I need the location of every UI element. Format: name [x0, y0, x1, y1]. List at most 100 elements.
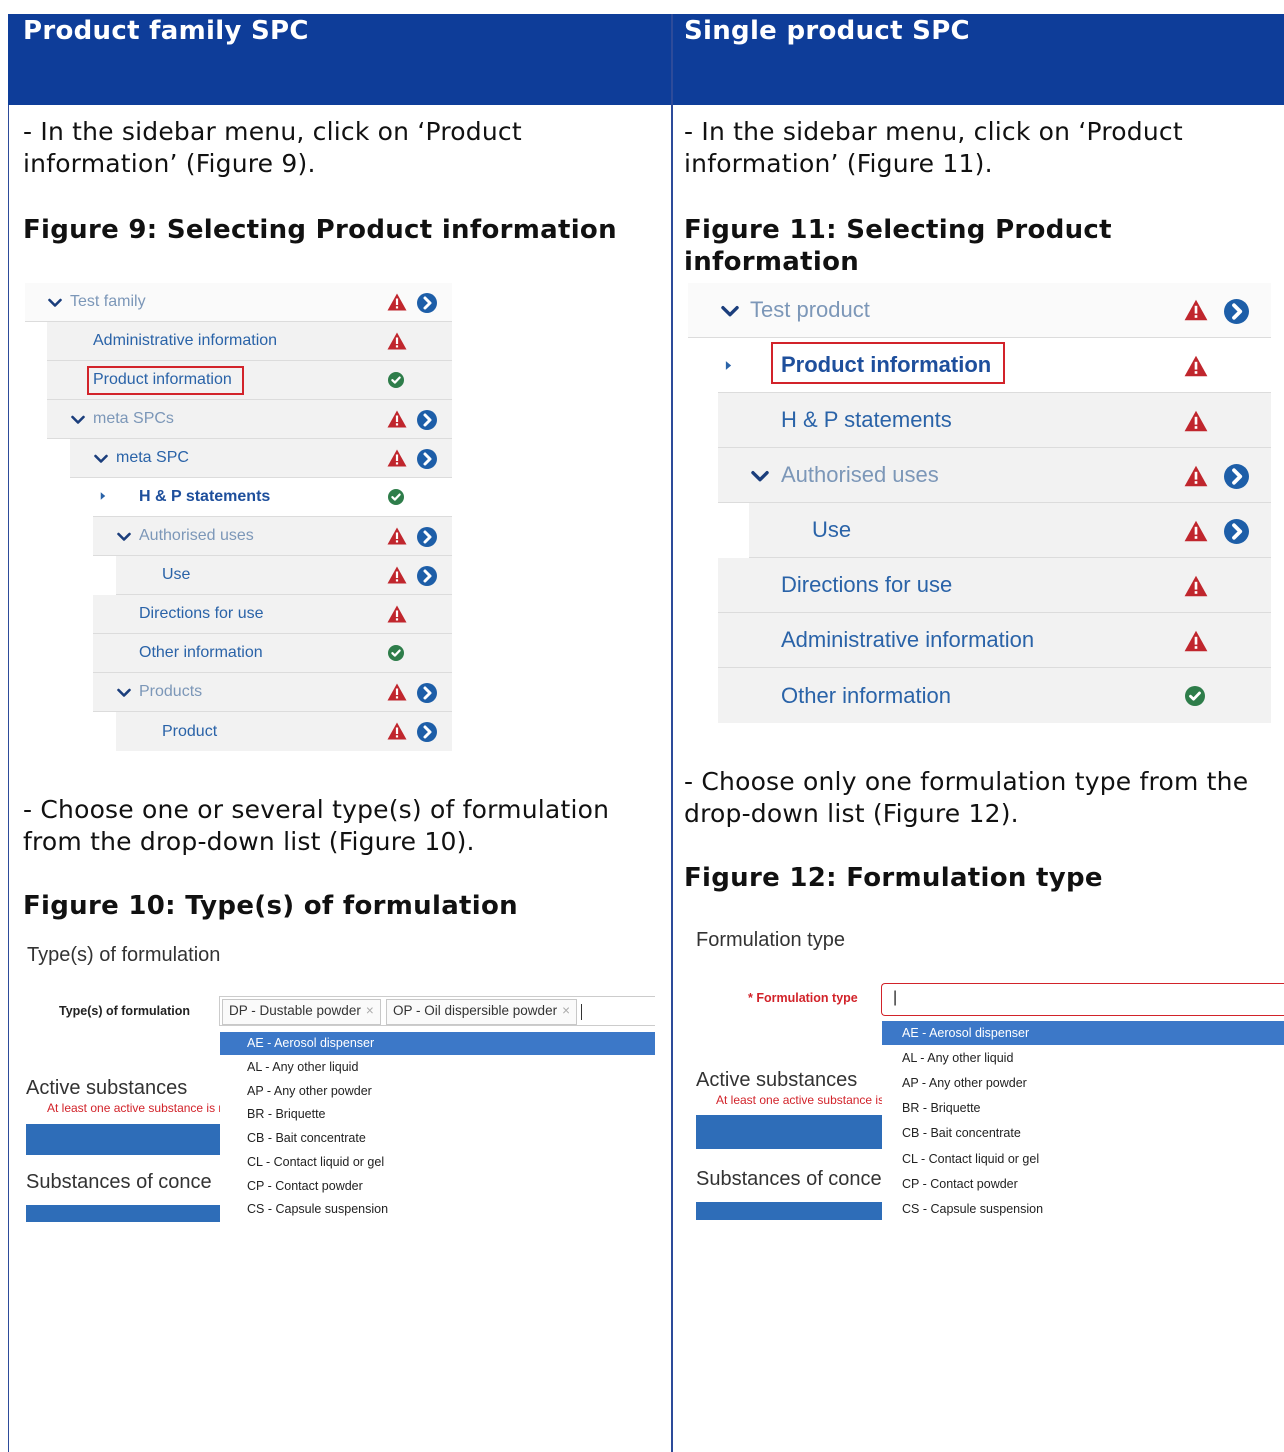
arrow-circle-icon[interactable]: [1224, 464, 1249, 489]
warning-triangle-icon: [387, 566, 407, 584]
tree-row-use[interactable]: Use: [749, 503, 1271, 558]
tree-row-authorised-uses[interactable]: Authorised uses: [93, 517, 452, 556]
warning-triangle-icon: [387, 605, 407, 623]
chevron-down-icon[interactable]: [117, 532, 131, 542]
warning-message: At least one active substance is re: [716, 1093, 899, 1107]
column-divider: [671, 14, 673, 1452]
right-intro-text: - In the sidebar menu, click on ‘Product…: [684, 117, 1183, 178]
tree-row-use[interactable]: Use: [116, 556, 452, 595]
dropdown-option[interactable]: CS - Capsule suspension: [247, 1202, 388, 1216]
tree-row-meta-spc[interactable]: meta SPC: [70, 439, 452, 478]
chevron-down-icon[interactable]: [721, 305, 739, 318]
form-field-label: Type(s) of formulation: [59, 1004, 191, 1018]
warning-message: At least one active substance is req: [47, 1101, 236, 1115]
right-choose-text: - Choose only one formulation type from …: [684, 767, 1249, 828]
input-value: |: [893, 989, 898, 1006]
remove-tag-icon[interactable]: ×: [562, 1003, 570, 1018]
selected-tag: DP - Dustable powder ×: [222, 999, 381, 1025]
warning-triangle-icon: [1184, 465, 1208, 487]
figure9-title: Figure 9: Selecting Product information: [23, 215, 617, 245]
dropdown-option[interactable]: CB - Bait concentrate: [902, 1126, 1021, 1140]
tag-label: DP - Dustable powder: [229, 1003, 361, 1018]
chevron-down-icon[interactable]: [71, 415, 85, 425]
add-substance-of-concern-button[interactable]: [696, 1202, 882, 1220]
tree-label: Use: [162, 566, 191, 583]
tree-row-test-family[interactable]: Test family: [25, 283, 452, 322]
warning-triangle-icon: [1184, 630, 1208, 652]
tree-label: Other information: [781, 682, 951, 708]
tree-row-other-information[interactable]: Other information: [718, 668, 1271, 723]
tree-label: Use: [812, 517, 852, 542]
active-substances-heading: Active substances: [26, 1077, 188, 1099]
chevron-down-icon[interactable]: [94, 454, 108, 464]
tree-row-other-information[interactable]: Other information: [93, 634, 452, 673]
arrow-circle-icon[interactable]: [417, 410, 437, 430]
dropdown-option[interactable]: AP - Any other powder: [902, 1076, 1027, 1090]
tree-row-hp-statements[interactable]: H & P statements: [93, 478, 452, 517]
tree-label: Administrative information: [781, 627, 1035, 652]
dropdown-option[interactable]: CB - Bait concentrate: [247, 1131, 366, 1145]
tree-row-authorised-uses[interactable]: Authorised uses: [718, 448, 1271, 503]
dropdown-option[interactable]: AE - Aerosol dispenser: [902, 1026, 1029, 1040]
tree-row-test-product[interactable]: Test product: [688, 283, 1271, 338]
active-substances-heading: Active substances: [696, 1069, 858, 1091]
add-substance-of-concern-button[interactable]: [26, 1205, 220, 1222]
tree-label: Directions for use: [781, 572, 953, 597]
arrow-circle-icon[interactable]: [1224, 519, 1249, 544]
dropdown-option[interactable]: AE - Aerosol dispenser: [247, 1036, 374, 1050]
arrow-circle-icon[interactable]: [417, 293, 437, 313]
chevron-down-icon[interactable]: [117, 688, 131, 698]
tree-row-administrative-information[interactable]: Administrative information: [718, 613, 1271, 668]
dropdown-option[interactable]: AL - Any other liquid: [902, 1051, 1013, 1065]
tree-label: Directions for use: [139, 605, 264, 622]
dropdown-option[interactable]: BR - Briquette: [247, 1107, 326, 1121]
caret-right-icon: [725, 359, 732, 372]
chevron-down-icon[interactable]: [48, 298, 62, 308]
tree-row-product[interactable]: Product: [116, 712, 452, 751]
tree-row-directions-for-use[interactable]: Directions for use: [718, 558, 1271, 613]
tree-row-hp-statements[interactable]: H & P statements: [718, 393, 1271, 448]
chevron-down-icon[interactable]: [751, 470, 769, 483]
dropdown-option[interactable]: CP - Contact powder: [247, 1179, 363, 1193]
figure12-title: Figure 12: Formulation type: [684, 863, 1103, 893]
tree-label: meta SPC: [116, 449, 189, 466]
warning-triangle-icon: [387, 293, 407, 311]
tree-row-meta-spcs[interactable]: meta SPCs: [47, 400, 452, 439]
tree-label: meta SPCs: [93, 410, 174, 427]
figure10-title: Figure 10: Type(s) of formulation: [23, 891, 518, 921]
warning-triangle-icon: [1184, 575, 1208, 597]
warning-triangle-icon: [387, 683, 407, 701]
check-circle-icon: [1185, 686, 1205, 706]
tree-row-directions-for-use[interactable]: Directions for use: [93, 595, 452, 634]
warning-triangle-icon: [1184, 520, 1208, 542]
remove-tag-icon[interactable]: ×: [366, 1003, 374, 1018]
tree-row-products[interactable]: Products: [93, 673, 452, 712]
dropdown-option[interactable]: BR - Briquette: [902, 1101, 981, 1115]
warning-triangle-icon: [387, 410, 407, 428]
add-active-substance-button[interactable]: [696, 1115, 882, 1149]
dropdown-option[interactable]: CS - Capsule suspension: [902, 1202, 1043, 1216]
arrow-circle-icon[interactable]: [417, 722, 437, 742]
arrow-circle-icon[interactable]: [1224, 299, 1249, 324]
arrow-circle-icon[interactable]: [417, 683, 437, 703]
dropdown-option[interactable]: CP - Contact powder: [902, 1177, 1018, 1191]
dropdown-option[interactable]: CL - Contact liquid or gel: [902, 1152, 1039, 1166]
tree-row-administrative-information[interactable]: Administrative information: [47, 322, 452, 361]
warning-triangle-icon: [387, 449, 407, 467]
warning-triangle-icon: [387, 527, 407, 545]
warning-triangle-icon: [1184, 355, 1208, 377]
dropdown-option[interactable]: AL - Any other liquid: [247, 1060, 358, 1074]
dropdown-option[interactable]: CL - Contact liquid or gel: [247, 1155, 384, 1169]
dropdown-option[interactable]: AP - Any other powder: [247, 1084, 372, 1098]
left-choose-text: - Choose one or several type(s) of formu…: [23, 795, 610, 856]
check-circle-icon: [388, 372, 404, 388]
arrow-circle-icon[interactable]: [417, 566, 437, 586]
right-column-title: Single product SPC: [684, 16, 970, 46]
add-active-substance-button[interactable]: [26, 1124, 220, 1155]
arrow-circle-icon[interactable]: [417, 527, 437, 547]
left-border: [8, 105, 9, 1452]
formulation-type-input[interactable]: |: [881, 983, 1284, 1016]
tree-label: Other information: [139, 644, 263, 661]
arrow-circle-icon[interactable]: [417, 449, 437, 469]
caret-right-icon: [100, 491, 106, 501]
